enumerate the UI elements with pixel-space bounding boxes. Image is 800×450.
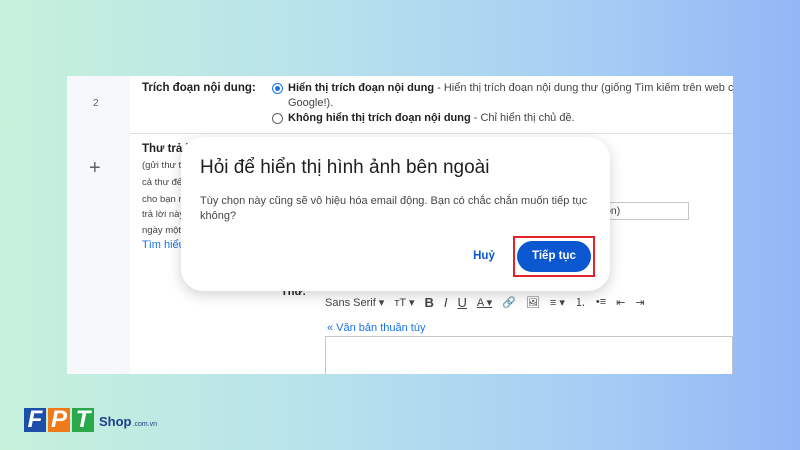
reply-line: ngày một [142,225,182,236]
dialog-body: Tùy chọn này cũng sẽ vô hiệu hóa email đ… [200,195,588,222]
font-family-select[interactable]: Sans Serif ▾ [325,296,384,309]
option-show-desc-2: Google!). [288,97,334,109]
underline-button[interactable]: U [457,295,466,310]
editor-toolbar: Sans Serif ▾ тT ▾ B I U A ▾ 🔗 🖼 ≡ ▾ ⒈ •≡… [325,291,733,313]
brand-logo: F P T Shop .com.vn [24,404,157,432]
continue-button[interactable]: Tiếp tục [517,241,591,272]
numbered-list-icon[interactable]: ⒈ [575,294,586,310]
reply-line: (gửi thư t [142,160,182,171]
section-divider [130,133,733,134]
text-color-button[interactable]: A ▾ [477,296,492,309]
bold-button[interactable]: B [424,295,433,310]
link-icon[interactable]: 🔗 [502,296,516,309]
plus-icon[interactable]: + [89,158,101,178]
radio-show-snippet[interactable] [272,83,283,94]
brand-letter: P [48,408,70,432]
option-hide-bold: Không hiển thị trích đoạn nội dung [288,112,471,124]
cancel-button[interactable]: Huỷ [464,243,504,269]
plain-text-link[interactable]: « Văn bản thuần túy [327,322,425,334]
reply-line: trả lời này [142,209,185,220]
italic-button[interactable]: I [444,295,448,310]
option-hide-snippet[interactable]: Không hiển thị trích đoạn nội dung - Chỉ… [288,112,575,124]
learn-more-link[interactable]: Tìm hiểu [142,239,185,251]
brand-shop: Shop [99,414,132,429]
left-rail: 2 + [67,76,130,374]
align-select[interactable]: ≡ ▾ [550,296,565,309]
radio-hide-snippet[interactable] [272,113,283,124]
brand-letter: F [24,408,46,432]
indent-icon[interactable]: ⇥ [635,296,644,309]
snippet-label: Trích đoạn nội dung: [142,82,256,94]
option-hide-desc: - Chỉ hiển thị chủ đề. [470,112,575,124]
font-size-select[interactable]: тT ▾ [394,296,414,309]
option-show-desc: - Hiển thị trích đoạn nội dung thư (giốn… [434,82,733,94]
option-show-snippet[interactable]: Hiển thị trích đoạn nội dung - Hiển thị … [288,82,733,94]
dialog-title: Hỏi để hiển thị hình ảnh bên ngoài [200,157,490,178]
image-icon[interactable]: 🖼 [526,296,540,309]
bulleted-list-icon[interactable]: •≡ [596,296,606,308]
confirm-dialog: Hỏi để hiển thị hình ảnh bên ngoài Tùy c… [181,137,610,291]
row-number: 2 [93,98,99,109]
reply-line: cả thư đế [142,177,183,188]
outdent-icon[interactable]: ⇤ [616,296,625,309]
highlight-frame: Tiếp tục [513,236,595,277]
signature-editor[interactable] [325,336,733,374]
option-show-bold: Hiển thị trích đoạn nội dung [288,82,435,94]
brand-domain: .com.vn [132,421,158,428]
reply-line: cho bạn r [142,194,182,205]
brand-letter: T [72,408,94,432]
